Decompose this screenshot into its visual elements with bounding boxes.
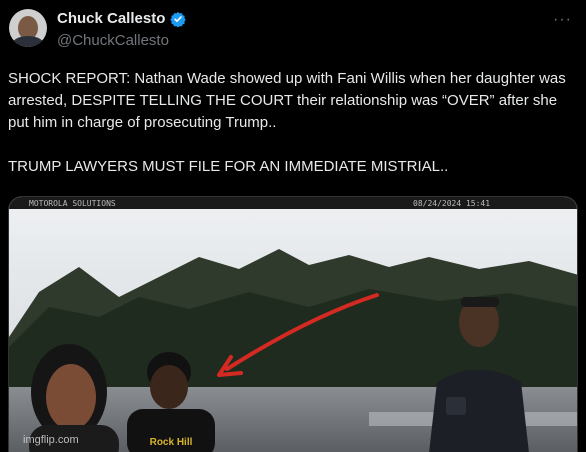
bodycam-video-frame: Rock Hill	[9, 197, 577, 452]
more-horizontal-icon[interactable]: ···	[553, 11, 572, 29]
tweet-media[interactable]: Rock Hill MOTOROLA SOLUTIONS 08/24/2024 …	[8, 196, 578, 452]
shirt-text: Rock Hill	[150, 437, 193, 448]
camera-brand: MOTOROLA SOLUTIONS	[29, 199, 116, 208]
officer-radio	[446, 397, 466, 415]
avatar-shirt	[11, 36, 45, 47]
author-display-name[interactable]: Chuck Callesto	[57, 10, 165, 27]
verified-badge-icon	[170, 11, 187, 27]
author-name-row: Chuck Callesto	[57, 10, 187, 27]
person-officer-hair	[461, 297, 499, 307]
watermark: imgflip.com	[23, 434, 79, 446]
video-timestamp: 08/24/2024 15:41	[413, 199, 491, 208]
avatar[interactable]	[9, 9, 47, 47]
person-woman-face	[46, 364, 96, 430]
person-man-face	[150, 365, 188, 409]
person-officer-body	[429, 369, 529, 452]
author-handle[interactable]: @ChuckCallesto	[57, 32, 169, 49]
tweet-text: SHOCK REPORT: Nathan Wade showed up with…	[8, 70, 566, 175]
